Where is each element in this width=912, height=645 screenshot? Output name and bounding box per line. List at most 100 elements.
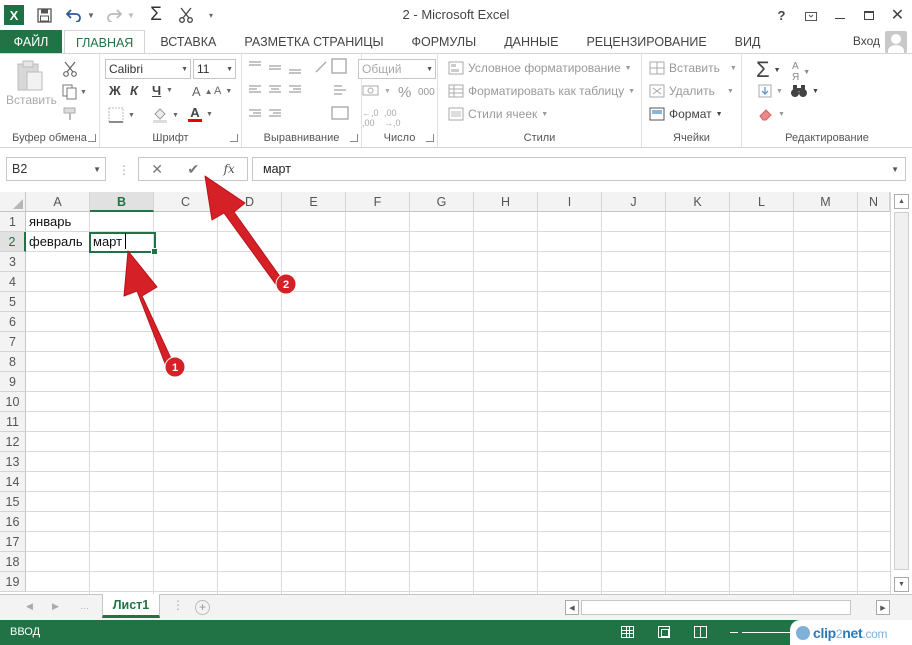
close-icon[interactable]: ✕ xyxy=(883,0,912,30)
font-color-button[interactable]: A ▼ xyxy=(188,106,213,122)
decrease-font-button[interactable]: A ▼ xyxy=(214,85,232,97)
row-header-16[interactable]: 16 xyxy=(0,512,26,532)
normal-view-icon[interactable] xyxy=(621,626,634,638)
delete-cells-button[interactable]: Удалить ▼ xyxy=(649,84,734,98)
scroll-right-icon[interactable]: ▶ xyxy=(876,600,890,615)
bold-button[interactable]: Ж xyxy=(109,83,121,98)
tab-view[interactable]: ВИД xyxy=(724,30,772,54)
format-cells-button[interactable]: Формат ▼ xyxy=(649,107,723,121)
tab-page-layout[interactable]: РАЗМЕТКА СТРАНИЦЫ xyxy=(233,30,394,54)
help-icon[interactable]: ? xyxy=(767,0,796,30)
vertical-scrollbar[interactable]: ▲ ▼ xyxy=(890,192,912,594)
row-header-17[interactable]: 17 xyxy=(0,532,26,552)
cancel-entry-icon[interactable]: ✕ xyxy=(151,161,163,178)
row-header-6[interactable]: 6 xyxy=(0,312,26,332)
wrap-text-icon[interactable] xyxy=(330,58,350,76)
fill-button[interactable]: ▼ xyxy=(758,84,783,98)
percent-button[interactable]: % xyxy=(398,84,411,101)
row-header-4[interactable]: 4 xyxy=(0,272,26,292)
next-sheet-icon[interactable]: ▶ xyxy=(52,601,59,612)
column-header-j[interactable]: J xyxy=(602,192,666,212)
autosum-button[interactable]: Σ ▼ xyxy=(756,57,781,83)
column-header-d[interactable]: D xyxy=(218,192,282,212)
row-header-19[interactable]: 19 xyxy=(0,572,26,592)
minimize-icon[interactable] xyxy=(825,0,854,30)
thousands-button[interactable]: 000 xyxy=(418,87,435,98)
underline-dropdown-icon[interactable]: ▼ xyxy=(166,87,173,94)
scroll-down-icon[interactable]: ▼ xyxy=(894,577,909,592)
cell-a2[interactable]: февраль xyxy=(26,232,90,252)
restore-icon[interactable] xyxy=(796,0,825,30)
row-header-7[interactable]: 7 xyxy=(0,332,26,352)
column-header-e[interactable]: E xyxy=(282,192,346,212)
tab-home[interactable]: ГЛАВНАЯ xyxy=(64,30,146,54)
decrease-decimal-button[interactable]: ,00 →,0 xyxy=(384,108,401,128)
sort-filter-button[interactable]: AЯ ▼ xyxy=(792,61,810,83)
enter-entry-icon[interactable]: ✔ xyxy=(187,161,199,178)
cut-button[interactable] xyxy=(62,61,78,80)
sheet-nav-more-icon[interactable]: … xyxy=(80,601,89,611)
page-break-view-icon[interactable] xyxy=(694,626,707,638)
italic-button[interactable]: К xyxy=(130,83,138,98)
row-header-2[interactable]: 2 xyxy=(0,232,26,252)
scroll-left-icon[interactable]: ◀ xyxy=(565,600,579,615)
column-header-l[interactable]: L xyxy=(730,192,794,212)
alignment-launcher-icon[interactable] xyxy=(350,134,358,142)
expand-formula-bar-icon[interactable]: ▼ xyxy=(891,165,899,174)
sheet-tab-more-icon[interactable]: ⋮ xyxy=(172,598,184,612)
number-format-select[interactable]: Общий ▼ xyxy=(358,59,436,79)
conditional-formatting-button[interactable]: Условное форматирование ▼ xyxy=(448,61,632,75)
increase-font-button[interactable]: A ▲ xyxy=(192,84,213,99)
tab-review[interactable]: РЕЦЕНЗИРОВАНИЕ xyxy=(575,30,717,54)
avatar[interactable] xyxy=(885,31,907,53)
cell-styles-button[interactable]: Стили ячеек ▼ xyxy=(448,107,548,121)
formula-input[interactable]: март ▼ xyxy=(252,157,906,181)
tab-file[interactable]: ФАЙЛ xyxy=(0,30,62,54)
row-header-1[interactable]: 1 xyxy=(0,212,26,232)
increase-decimal-button[interactable]: ←,0,00 xyxy=(362,108,379,128)
underline-button[interactable]: Ч xyxy=(152,83,161,98)
row-header-5[interactable]: 5 xyxy=(0,292,26,312)
maximize-icon[interactable] xyxy=(854,0,883,30)
row-header-11[interactable]: 11 xyxy=(0,412,26,432)
row-header-9[interactable]: 9 xyxy=(0,372,26,392)
paste-button[interactable]: Вставить xyxy=(6,60,57,115)
add-sheet-button[interactable]: + xyxy=(195,600,210,615)
fill-color-button[interactable]: ▼ xyxy=(152,107,179,123)
cell-b2[interactable]: март xyxy=(90,232,154,252)
column-header-k[interactable]: K xyxy=(666,192,730,212)
font-size-select[interactable]: 11 ▼ xyxy=(193,59,236,79)
tab-data[interactable]: ДАННЫЕ xyxy=(493,30,569,54)
column-header-g[interactable]: G xyxy=(410,192,474,212)
row-header-12[interactable]: 12 xyxy=(0,432,26,452)
row-header-15[interactable]: 15 xyxy=(0,492,26,512)
row-header-3[interactable]: 3 xyxy=(0,252,26,272)
insert-function-icon[interactable]: fx xyxy=(224,162,235,176)
clear-button[interactable]: ▼ xyxy=(758,107,785,121)
row-header-8[interactable]: 8 xyxy=(0,352,26,372)
horizontal-scroll-thumb[interactable] xyxy=(581,600,851,615)
column-header-i[interactable]: I xyxy=(538,192,602,212)
select-all-button[interactable] xyxy=(0,192,26,212)
borders-button[interactable]: ▼ xyxy=(108,107,135,123)
merge-center-icon[interactable] xyxy=(330,82,350,100)
zoom-out-icon[interactable] xyxy=(730,632,738,633)
page-layout-view-icon[interactable] xyxy=(658,626,670,638)
cell-a1[interactable]: январь xyxy=(26,212,90,232)
orientation-icon[interactable] xyxy=(310,58,330,76)
tab-formulas[interactable]: ФОРМУЛЫ xyxy=(401,30,488,54)
font-family-select[interactable]: Calibri ▼ xyxy=(105,59,191,79)
insert-cells-button[interactable]: Вставить ▼ xyxy=(649,61,737,75)
clipboard-launcher-icon[interactable] xyxy=(88,134,96,142)
format-painter-button[interactable] xyxy=(62,106,78,125)
row-header-18[interactable]: 18 xyxy=(0,552,26,572)
worksheet-grid[interactable]: ABCDEFGHIJKLMN 1 2 3 4 5 6 7 8 9 10 11 12 13 14 15 16 17… xyxy=(0,192,890,594)
zoom-slider[interactable] xyxy=(742,632,792,633)
scroll-up-icon[interactable]: ▲ xyxy=(894,194,909,209)
find-select-button[interactable]: ▼ xyxy=(790,83,819,99)
formula-bar-splitter[interactable]: ⋮ xyxy=(118,163,130,177)
column-header-m[interactable]: M xyxy=(794,192,858,212)
column-header-b[interactable]: B xyxy=(90,192,154,212)
currency-button[interactable]: ▼ xyxy=(362,84,391,98)
column-header-h[interactable]: H xyxy=(474,192,538,212)
